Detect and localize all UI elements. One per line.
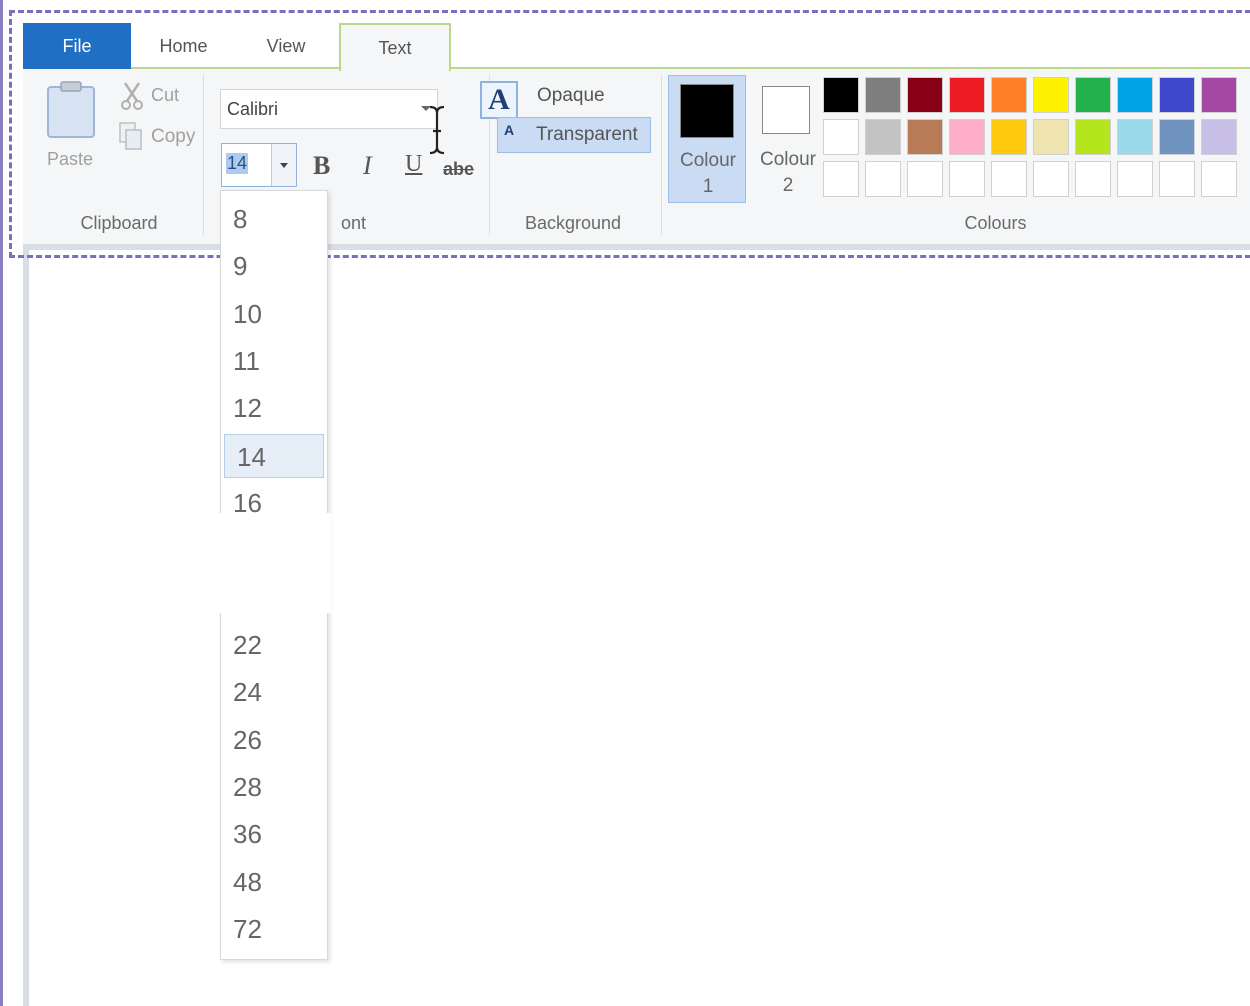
tab-home[interactable]: Home xyxy=(131,23,236,69)
tab-underline xyxy=(131,67,339,69)
palette-swatch[interactable] xyxy=(949,119,985,155)
paste-icon[interactable] xyxy=(45,81,97,139)
palette-swatch[interactable] xyxy=(1201,77,1237,113)
palette-swatch[interactable] xyxy=(1033,77,1069,113)
text-background-icon[interactable]: A xyxy=(480,81,518,119)
palette-swatch[interactable] xyxy=(865,77,901,113)
palette-swatch[interactable] xyxy=(907,161,943,197)
palette-swatch[interactable] xyxy=(1117,119,1153,155)
font-size-option[interactable]: 22 xyxy=(221,623,325,667)
tab-view[interactable]: View xyxy=(236,23,336,69)
font-size-option[interactable]: 48 xyxy=(221,860,325,904)
opaque-option[interactable]: Opaque xyxy=(537,85,605,107)
window-frame-edge xyxy=(0,0,3,1006)
palette-swatch[interactable] xyxy=(1075,77,1111,113)
palette-swatch[interactable] xyxy=(823,161,859,197)
font-size-option[interactable]: 11 xyxy=(221,339,325,383)
font-size-option[interactable]: 72 xyxy=(221,907,325,951)
colour-1-number: 1 xyxy=(702,176,714,197)
palette-swatch[interactable] xyxy=(823,119,859,155)
palette-swatch[interactable] xyxy=(1201,161,1237,197)
colour-2-swatch xyxy=(762,86,810,134)
font-family-select[interactable]: Calibri xyxy=(220,89,438,129)
palette-swatch[interactable] xyxy=(1159,119,1195,155)
palette-swatch[interactable] xyxy=(1201,119,1237,155)
dropdown-occlusion xyxy=(219,513,331,613)
palette-swatch[interactable] xyxy=(991,77,1027,113)
font-family-value: Calibri xyxy=(227,99,279,119)
group-label-background: Background xyxy=(524,213,622,233)
font-size-option[interactable]: 24 xyxy=(221,670,325,714)
group-label-colours: Colours xyxy=(964,213,1027,233)
copy-icon[interactable] xyxy=(118,121,144,151)
font-size-option[interactable]: 12 xyxy=(221,386,325,430)
ribbon-tabs: File Home View Text xyxy=(23,23,1250,71)
font-size-option[interactable]: 10 xyxy=(221,292,325,336)
colour-1-swatch xyxy=(680,84,734,138)
text-cursor-icon xyxy=(429,105,445,155)
font-size-option[interactable]: 14 xyxy=(224,433,324,478)
paste-button-label[interactable]: Paste xyxy=(47,149,93,170)
group-separator xyxy=(661,75,662,235)
font-size-dropdown-list: 72 48 36 28 26 24 22 16 14 12 11 10 9 8 xyxy=(219,190,331,960)
palette-swatch[interactable] xyxy=(991,161,1027,197)
font-size-option[interactable]: 8 xyxy=(221,197,325,241)
copy-button-label[interactable]: Copy xyxy=(151,126,195,148)
palette-swatch[interactable] xyxy=(1075,119,1111,155)
font-size-option[interactable]: 28 xyxy=(221,765,325,809)
palette-swatch[interactable] xyxy=(991,119,1027,155)
tab-underline xyxy=(451,67,1250,69)
transparent-icon: A xyxy=(504,122,515,138)
palette-swatch[interactable] xyxy=(1117,161,1153,197)
font-size-combobox[interactable]: 14 xyxy=(221,143,297,187)
font-size-option[interactable]: 9 xyxy=(221,244,325,288)
palette-swatch[interactable] xyxy=(1075,161,1111,197)
colour-2-button[interactable]: Colour 2 xyxy=(749,75,827,203)
palette-swatch[interactable] xyxy=(1033,161,1069,197)
colour-2-number: 2 xyxy=(782,175,794,196)
font-size-option[interactable]: 36 xyxy=(221,812,325,856)
palette-swatch[interactable] xyxy=(1117,77,1153,113)
palette-swatch[interactable] xyxy=(865,161,901,197)
group-separator xyxy=(203,75,204,235)
palette-swatch[interactable] xyxy=(907,119,943,155)
colour-2-label: Colour xyxy=(760,149,816,170)
scissors-icon[interactable] xyxy=(120,81,144,111)
transparent-option[interactable]: A Transparent xyxy=(497,117,651,153)
canvas-border xyxy=(23,248,29,1006)
tab-text[interactable]: Text xyxy=(339,23,451,71)
tab-file[interactable]: File xyxy=(23,23,131,69)
palette-swatch[interactable] xyxy=(1159,77,1195,113)
underline-button[interactable]: U xyxy=(405,151,422,178)
colour-1-label: Colour xyxy=(680,150,736,171)
canvas-border xyxy=(23,244,1250,250)
italic-button[interactable]: I xyxy=(363,151,372,181)
font-size-option[interactable]: 26 xyxy=(221,718,325,762)
transparent-label: Transparent xyxy=(536,124,638,145)
palette-swatch[interactable] xyxy=(1033,119,1069,155)
group-label-font: ont xyxy=(341,213,367,233)
colour-1-button[interactable]: Colour 1 xyxy=(668,75,746,203)
palette-swatch[interactable] xyxy=(865,119,901,155)
group-label-clipboard: Clipboard xyxy=(80,213,158,233)
palette-swatch[interactable] xyxy=(949,161,985,197)
cut-button-label[interactable]: Cut xyxy=(151,85,179,106)
font-size-value[interactable]: 14 xyxy=(226,153,249,174)
bold-button[interactable]: B xyxy=(313,151,330,181)
palette-swatch[interactable] xyxy=(823,77,859,113)
palette-swatch[interactable] xyxy=(949,77,985,113)
ribbon: File Home View Text Paste Cut Copy Clipb… xyxy=(23,23,1250,248)
font-size-dropdown-button[interactable] xyxy=(271,144,296,186)
strikethrough-button[interactable]: abe xyxy=(443,159,474,180)
palette-swatch[interactable] xyxy=(907,77,943,113)
palette-swatch[interactable] xyxy=(1159,161,1195,197)
